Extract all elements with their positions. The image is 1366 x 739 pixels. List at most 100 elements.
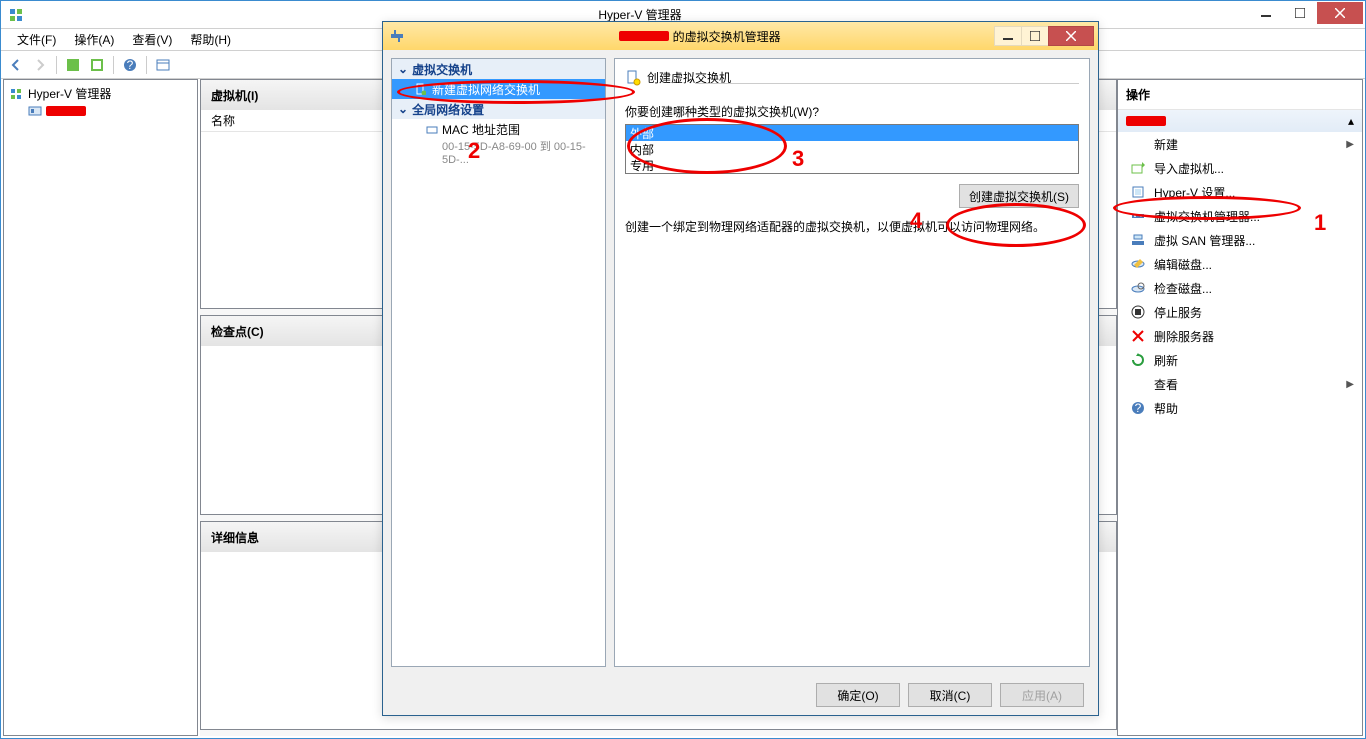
nav-new-vswitch[interactable]: 新建虚拟网络交换机 (392, 79, 605, 99)
dialog-window-buttons (995, 26, 1094, 46)
section-label: 全局网络设置 (412, 101, 484, 118)
hyperv-icon (10, 87, 24, 101)
hyperv-icon (9, 7, 25, 23)
dialog-content: 创建虚拟交换机 你要创建哪种类型的虚拟交换机(W)? 外部 内部 专用 创建虚拟… (614, 58, 1090, 667)
action-label: Hyper-V 设置... (1154, 184, 1235, 201)
switch-type-internal[interactable]: 内部 (626, 141, 1078, 157)
action-view[interactable]: 查看 ▶ (1118, 372, 1362, 396)
import-icon (1130, 160, 1146, 176)
vswitch-icon (1130, 208, 1146, 224)
console-tree[interactable]: Hyper-V 管理器 (3, 79, 198, 736)
menu-action[interactable]: 操作(A) (66, 29, 122, 50)
dialog-icon (389, 28, 405, 44)
menu-help[interactable]: 帮助(H) (182, 29, 239, 50)
svg-text:?: ? (127, 58, 134, 72)
vsan-icon (1130, 232, 1146, 248)
nav-section-global[interactable]: ⌄ 全局网络设置 (392, 99, 605, 119)
action-hyperv-settings[interactable]: Hyper-V 设置... (1118, 180, 1362, 204)
action-label: 新建 (1154, 136, 1178, 153)
window-buttons (1249, 2, 1363, 24)
action-label: 导入虚拟机... (1154, 160, 1224, 177)
menu-file[interactable]: 文件(F) (9, 29, 64, 50)
help-icon: ? (1130, 400, 1146, 416)
nav-mac-range[interactable]: MAC 地址范围 00-15-5D-A8-69-00 到 00-15-5D-..… (392, 119, 605, 168)
action-label: 检查磁盘... (1154, 280, 1212, 297)
create-switch-icon (625, 70, 641, 86)
switch-type-private[interactable]: 专用 (626, 157, 1078, 173)
action-inspect-disk[interactable]: 检查磁盘... (1118, 276, 1362, 300)
dialog-nav-tree[interactable]: ⌄ 虚拟交换机 新建虚拟网络交换机 ⌄ 全局网络设置 MAC 地址范围 00-1… (391, 58, 606, 667)
redacted-server-name-2 (1126, 116, 1166, 126)
minimize-button[interactable] (1249, 2, 1283, 24)
action-label: 帮助 (1154, 400, 1178, 417)
action-label: 编辑磁盘... (1154, 256, 1212, 273)
action-edit-disk[interactable]: 编辑磁盘... (1118, 252, 1362, 276)
action-vsan-manager[interactable]: 虚拟 SAN 管理器... (1118, 228, 1362, 252)
submenu-arrow-icon: ▶ (1346, 139, 1354, 150)
tool-help-button[interactable]: ? (119, 54, 141, 76)
toolbar-sep (56, 56, 57, 74)
nav-section-vswitches[interactable]: ⌄ 虚拟交换机 (392, 59, 605, 79)
action-refresh[interactable]: 刷新 (1118, 348, 1362, 372)
redacted-server-name (46, 106, 86, 116)
collapse-icon: ⌄ (398, 62, 408, 76)
close-button[interactable] (1317, 2, 1363, 24)
menu-view[interactable]: 查看(V) (124, 29, 180, 50)
switch-type-listbox[interactable]: 外部 内部 专用 (625, 124, 1079, 174)
toolbar-sep-3 (146, 56, 147, 74)
mac-label: MAC 地址范围 (442, 121, 520, 138)
maximize-button[interactable] (1283, 2, 1317, 24)
collapse-icon: ⌄ (398, 102, 408, 116)
refresh-icon (1130, 352, 1146, 368)
stop-icon (1130, 304, 1146, 320)
dialog-minimize-button[interactable] (994, 26, 1022, 46)
action-label: 停止服务 (1154, 304, 1202, 321)
mac-value: 00-15-5D-A8-69-00 到 00-15-5D-... (426, 138, 599, 166)
server-icon (28, 104, 42, 118)
mac-icon (426, 124, 438, 136)
action-label: 删除服务器 (1154, 328, 1214, 345)
action-remove-server[interactable]: 删除服务器 (1118, 324, 1362, 348)
create-button-row: 创建虚拟交换机(S) (625, 184, 1079, 208)
svg-text:?: ? (1135, 401, 1142, 415)
vswitch-manager-dialog: 的虚拟交换机管理器 ⌄ 虚拟交换机 新建虚拟网络交换机 ⌄ 全局网络设置 (382, 21, 1099, 716)
dialog-title: 的虚拟交换机管理器 (405, 28, 995, 45)
edit-disk-icon (1130, 256, 1146, 272)
action-new[interactable]: 新建 ▶ (1118, 132, 1362, 156)
heading-separator (695, 83, 1079, 84)
action-help[interactable]: ? 帮助 (1118, 396, 1362, 420)
tree-root[interactable]: Hyper-V 管理器 (6, 84, 195, 103)
tool-action-2[interactable] (86, 54, 108, 76)
switch-type-description: 创建一个绑定到物理网络适配器的虚拟交换机，以便虚拟机可以访问物理网络。 (625, 218, 1079, 235)
dialog-maximize-button[interactable] (1021, 26, 1049, 46)
action-import-vm[interactable]: 导入虚拟机... (1118, 156, 1362, 180)
dialog-close-button[interactable] (1048, 26, 1094, 46)
actions-pane: 操作 ▴ 新建 ▶ 导入虚拟机... Hyper-V 设置... 虚拟交换机管理… (1117, 79, 1363, 736)
apply-button[interactable]: 应用(A) (1000, 683, 1084, 707)
switch-type-external[interactable]: 外部 (626, 125, 1078, 141)
tree-root-label: Hyper-V 管理器 (28, 85, 111, 102)
action-stop-service[interactable]: 停止服务 (1118, 300, 1362, 324)
submenu-arrow-icon: ▶ (1346, 379, 1354, 390)
section-label: 虚拟交换机 (412, 61, 472, 78)
tree-server-node[interactable] (24, 103, 195, 119)
actions-group-server: ▴ (1118, 110, 1362, 132)
dialog-titlebar[interactable]: 的虚拟交换机管理器 (383, 22, 1098, 50)
dialog-footer: 确定(O) 取消(C) 应用(A) (383, 675, 1098, 715)
actions-title: 操作 (1118, 80, 1362, 110)
tool-action-1[interactable] (62, 54, 84, 76)
ok-button[interactable]: 确定(O) (816, 683, 900, 707)
cancel-button[interactable]: 取消(C) (908, 683, 992, 707)
new-icon (1130, 136, 1146, 152)
nav-fwd-button[interactable] (29, 54, 51, 76)
collapse-icon[interactable]: ▴ (1348, 114, 1354, 128)
blank-icon (1130, 376, 1146, 392)
nav-back-button[interactable] (5, 54, 27, 76)
tool-properties-button[interactable] (152, 54, 174, 76)
action-label: 查看 (1154, 376, 1178, 393)
action-vswitch-manager[interactable]: 虚拟交换机管理器... (1118, 204, 1362, 228)
action-label: 虚拟交换机管理器... (1154, 208, 1260, 225)
toolbar-sep-2 (113, 56, 114, 74)
create-vswitch-button[interactable]: 创建虚拟交换机(S) (959, 184, 1079, 208)
inspect-disk-icon (1130, 280, 1146, 296)
